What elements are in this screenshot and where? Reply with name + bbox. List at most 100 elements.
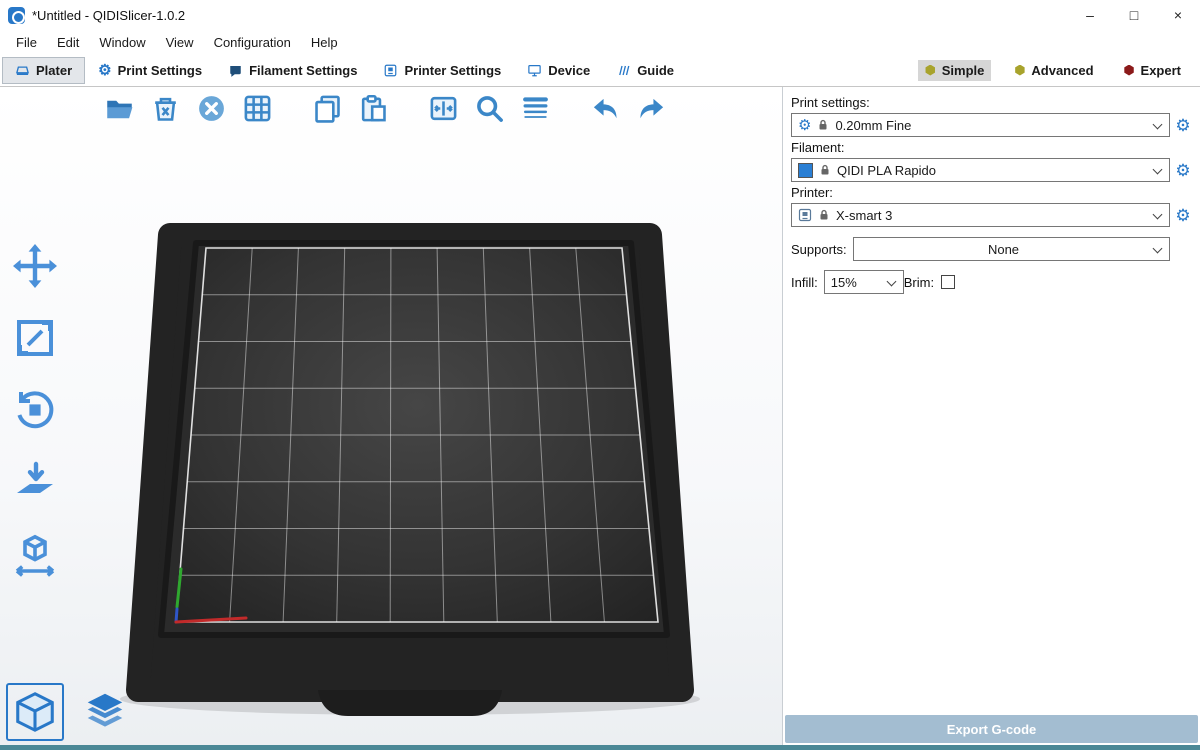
preview-view-button[interactable]: [76, 683, 134, 741]
filament-value: QIDI PLA Rapido: [837, 163, 936, 178]
menu-edit[interactable]: Edit: [47, 33, 89, 52]
tab-label: Filament Settings: [249, 63, 357, 78]
tab-label: Device: [548, 63, 590, 78]
mode-simple[interactable]: Simple: [918, 60, 992, 81]
split-button[interactable]: [424, 88, 462, 128]
menu-file[interactable]: File: [6, 33, 47, 52]
lock-icon: [819, 164, 831, 176]
split-arrows-icon: [428, 93, 459, 124]
rotate-tool-button[interactable]: [6, 381, 64, 439]
chevron-down-icon: [1153, 210, 1163, 220]
close-button[interactable]: ×: [1156, 0, 1200, 30]
mode-label: Expert: [1141, 63, 1181, 78]
tab-label: Plater: [36, 63, 72, 78]
place-on-face-icon: [11, 458, 59, 506]
build-plate-render: [0, 87, 783, 745]
delete-all-button[interactable]: [192, 88, 230, 128]
mode-expert[interactable]: Expert: [1117, 60, 1188, 81]
printer-icon: [798, 208, 812, 222]
copy-icon: [312, 93, 343, 124]
mode-selector: Simple Advanced Expert: [918, 60, 1200, 81]
print-settings-combo[interactable]: ⚙ 0.20mm Fine: [791, 113, 1170, 137]
menu-window[interactable]: Window: [89, 33, 155, 52]
layers-lines-icon: [520, 93, 551, 124]
tab-plater[interactable]: Plater: [2, 57, 85, 84]
infill-value: 15%: [831, 275, 857, 290]
copy-button[interactable]: [308, 88, 346, 128]
tab-bar: Plater ⚙ Print Settings Filament Setting…: [0, 54, 1200, 87]
bottom-status-strip: [0, 745, 1200, 750]
infill-combo[interactable]: 15%: [824, 270, 904, 294]
tab-label: Guide: [637, 63, 674, 78]
chevron-down-icon: [1153, 120, 1163, 130]
supports-label: Supports:: [791, 242, 853, 257]
tab-print-settings[interactable]: ⚙ Print Settings: [85, 57, 215, 84]
arrange-grid-icon: [242, 93, 273, 124]
mode-label: Advanced: [1031, 63, 1093, 78]
tab-guide[interactable]: Guide: [603, 57, 687, 84]
viewport-3d[interactable]: [0, 87, 783, 745]
mirror-tool-button[interactable]: [6, 525, 64, 583]
mode-label: Simple: [942, 63, 985, 78]
place-on-face-tool-button[interactable]: [6, 453, 64, 511]
advanced-mode-icon: [1014, 65, 1025, 76]
arrange-button[interactable]: [238, 88, 276, 128]
open-folder-icon: [104, 93, 135, 124]
delete-all-icon: [196, 93, 227, 124]
lock-icon: [818, 209, 830, 221]
print-settings-label: Print settings:: [791, 95, 1192, 110]
brim-label: Brim:: [904, 275, 934, 290]
paste-icon: [358, 93, 389, 124]
supports-combo[interactable]: None: [853, 237, 1170, 261]
brim-checkbox[interactable]: [941, 275, 955, 289]
infill-label: Infill:: [791, 275, 818, 290]
minimize-button[interactable]: –: [1068, 0, 1112, 30]
redo-button[interactable]: [632, 88, 670, 128]
open-file-button[interactable]: [100, 88, 138, 128]
app-logo-icon: [8, 7, 25, 24]
scale-icon: [11, 314, 59, 362]
printer-combo[interactable]: X-smart 3: [791, 203, 1170, 227]
gear-icon: ⚙: [98, 63, 111, 78]
maximize-button[interactable]: □: [1112, 0, 1156, 30]
bed-handle: [318, 690, 502, 716]
menu-view[interactable]: View: [156, 33, 204, 52]
editor-cube-icon: [12, 689, 58, 735]
chevron-down-icon: [886, 277, 896, 287]
undo-icon: [590, 93, 621, 124]
filament-icon: [228, 63, 243, 78]
menu-help[interactable]: Help: [301, 33, 348, 52]
tab-device[interactable]: Device: [514, 57, 603, 84]
gear-icon: ⚙: [798, 118, 811, 133]
mode-advanced[interactable]: Advanced: [1007, 60, 1100, 81]
chevron-down-icon: [1153, 165, 1163, 175]
move-tool-button[interactable]: [6, 237, 64, 295]
scale-tool-button[interactable]: [6, 309, 64, 367]
tab-printer-settings[interactable]: Printer Settings: [370, 57, 514, 84]
settings-sidebar: Print settings: ⚙ 0.20mm Fine ⚙ Filament…: [783, 87, 1200, 745]
undo-button[interactable]: [586, 88, 624, 128]
printer-icon: [383, 63, 398, 78]
variable-layer-height-button[interactable]: [516, 88, 554, 128]
printer-value: X-smart 3: [836, 208, 892, 223]
filament-combo[interactable]: QIDI PLA Rapido: [791, 158, 1170, 182]
export-gcode-button[interactable]: Export G-code: [785, 715, 1198, 743]
menu-bar: File Edit Window View Configuration Help: [0, 30, 1200, 54]
window-title: *Untitled - QIDISlicer-1.0.2: [32, 8, 185, 23]
paste-button[interactable]: [354, 88, 392, 128]
search-button[interactable]: [470, 88, 508, 128]
printer-label: Printer:: [791, 185, 1192, 200]
tab-filament-settings[interactable]: Filament Settings: [215, 57, 370, 84]
printer-edit-button[interactable]: ⚙: [1174, 207, 1192, 224]
menu-configuration[interactable]: Configuration: [204, 33, 301, 52]
delete-button[interactable]: [146, 88, 184, 128]
editor-view-button[interactable]: [6, 683, 64, 741]
tab-label: Print Settings: [118, 63, 203, 78]
title-bar: *Untitled - QIDISlicer-1.0.2 – □ ×: [0, 0, 1200, 30]
preview-layers-icon: [82, 689, 128, 735]
print-settings-edit-button[interactable]: ⚙: [1174, 117, 1192, 134]
redo-icon: [636, 93, 667, 124]
object-tools: [6, 237, 64, 583]
supports-value: None: [988, 242, 1019, 257]
filament-edit-button[interactable]: ⚙: [1174, 162, 1192, 179]
